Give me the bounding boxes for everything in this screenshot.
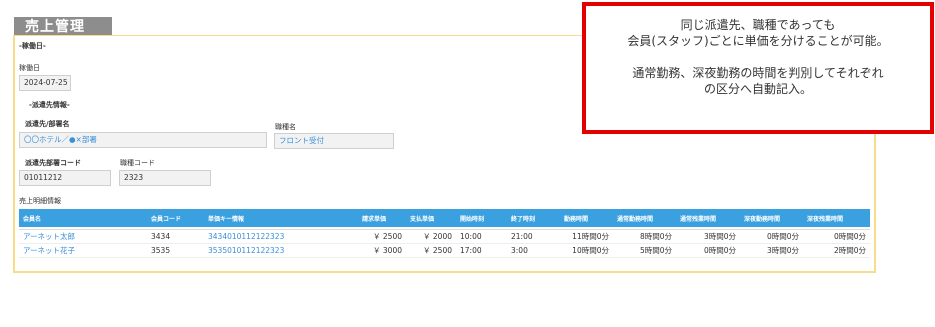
- bill-rate-cell: ￥ 3000: [358, 243, 406, 258]
- work-date-section-heading: -稼働日-: [19, 42, 46, 50]
- table-row[interactable]: アーネット花子 3535 3535010112122323 ￥ 3000 ￥ 2…: [19, 243, 870, 258]
- dispatch-dept-code-field[interactable]: 01011212: [19, 170, 111, 186]
- member-code-cell: 3434: [147, 229, 204, 244]
- page-title: 売上管理: [14, 17, 112, 37]
- col-bill-rate: 請求単価: [358, 209, 406, 227]
- pay-rate-cell: ￥ 2500: [406, 243, 456, 258]
- table-header-row: 会員名 会員コード 単価キー情報 請求単価 支払単価 開始時刻 終了時刻 勤務時…: [19, 209, 870, 227]
- annotation-callout: 同じ派遣先、職種であっても 会員(スタッフ)ごとに単価を分けることが可能。 通常…: [582, 2, 934, 134]
- dispatch-dept-code-label: 派遣先部署コード: [25, 159, 81, 167]
- job-type-field[interactable]: フロント受付: [274, 133, 394, 149]
- price-key-link[interactable]: 3434010112122323: [204, 229, 358, 244]
- col-normal-hours: 通常勤務時間: [613, 209, 676, 227]
- col-pay-rate: 支払単価: [406, 209, 456, 227]
- normal-overtime-cell: 3時間0分: [676, 229, 740, 244]
- job-type-label: 職種名: [275, 123, 296, 131]
- member-name-link[interactable]: アーネット花子: [19, 243, 147, 258]
- night-overtime-cell: 2時間0分: [803, 243, 870, 258]
- sales-detail-table: 会員名 会員コード 単価キー情報 請求単価 支払単価 開始時刻 終了時刻 勤務時…: [19, 209, 870, 258]
- night-hours-cell: 3時間0分: [740, 243, 803, 258]
- end-time-cell: 21:00: [507, 229, 560, 244]
- pay-rate-cell: ￥ 2000: [406, 229, 456, 244]
- normal-hours-cell: 5時間0分: [613, 243, 676, 258]
- col-work-hours: 勤務時間: [560, 209, 613, 227]
- member-code-cell: 3535: [147, 243, 204, 258]
- callout-line-1: 同じ派遣先、職種であっても: [680, 18, 836, 32]
- col-price-key: 単価キー情報: [204, 209, 358, 227]
- callout-line-3: 通常勤務、深夜勤務の時間を判別してそれぞれ: [632, 66, 884, 80]
- work-hours-cell: 10時間0分: [560, 243, 613, 258]
- col-end-time: 終了時刻: [507, 209, 560, 227]
- normal-hours-cell: 8時間0分: [613, 229, 676, 244]
- work-hours-cell: 11時間0分: [560, 229, 613, 244]
- col-start-time: 開始時刻: [456, 209, 507, 227]
- col-normal-overtime: 通常残業時間: [676, 209, 740, 227]
- col-member-name: 会員名: [19, 209, 147, 227]
- callout-line-2: 会員(スタッフ)ごとに単価を分けることが可能。: [627, 34, 889, 48]
- night-hours-cell: 0時間0分: [740, 229, 803, 244]
- normal-overtime-cell: 0時間0分: [676, 243, 740, 258]
- col-night-hours: 深夜勤務時間: [740, 209, 803, 227]
- dispatch-section-heading: -派遣先情報-: [29, 101, 70, 109]
- job-code-field[interactable]: 2323: [119, 170, 211, 186]
- dispatch-name-label: 派遣先/部署名: [25, 120, 70, 128]
- price-key-link[interactable]: 3535010112122323: [204, 243, 358, 258]
- table-row[interactable]: アーネット太郎 3434 3434010112122323 ￥ 2500 ￥ 2…: [19, 229, 870, 244]
- member-name-link[interactable]: アーネット太郎: [19, 229, 147, 244]
- job-code-label: 職種コード: [120, 159, 155, 167]
- callout-line-4: の区分へ自動記入。: [703, 82, 812, 96]
- dispatch-name-field[interactable]: 〇〇ホテル／●×部署: [19, 132, 267, 148]
- col-member-code: 会員コード: [147, 209, 204, 227]
- night-overtime-cell: 0時間0分: [803, 229, 870, 244]
- start-time-cell: 10:00: [456, 229, 507, 244]
- work-date-label: 稼働日: [19, 64, 40, 72]
- col-night-overtime: 深夜残業時間: [803, 209, 870, 227]
- work-date-field[interactable]: 2024-07-25: [19, 75, 71, 91]
- detail-section-label: 売上明細情報: [19, 197, 61, 205]
- end-time-cell: 3:00: [507, 243, 560, 258]
- start-time-cell: 17:00: [456, 243, 507, 258]
- bill-rate-cell: ￥ 2500: [358, 229, 406, 244]
